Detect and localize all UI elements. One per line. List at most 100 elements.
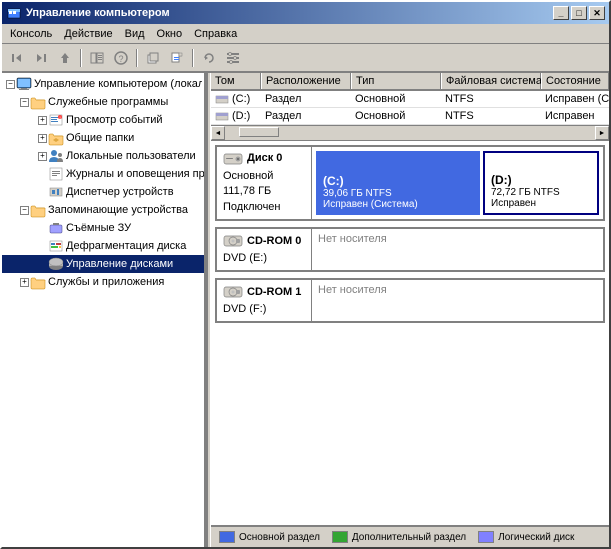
toolbar-sep-3 — [192, 49, 194, 67]
title-bar: Управление компьютером _ □ ✕ — [2, 2, 609, 24]
legend-label-primary: Основной раздел — [239, 532, 320, 543]
partition-c-size: 39,06 ГБ NTFS — [323, 188, 473, 199]
cdrom-0-area: Нет носителя — [312, 229, 603, 270]
legend-item-primary: Основной раздел — [219, 531, 320, 543]
menu-bar: Консоль Действие Вид Окно Справка — [2, 24, 609, 44]
h-scrollbar[interactable]: ◄ ► — [211, 125, 609, 141]
tree-item-folders[interactable]: + Общие папки — [2, 129, 204, 147]
table-row[interactable]: (C:) Раздел Основной NTFS Исправен (Сист… — [211, 91, 609, 108]
tree-item-services[interactable]: − Служебные программы — [2, 93, 204, 111]
legend-color-logical — [478, 531, 494, 543]
svcapp-label: Службы и приложения — [48, 274, 164, 290]
export-button[interactable] — [166, 47, 188, 69]
root-label: Управление компьютером (локал. — [34, 76, 202, 92]
new-window-button[interactable] — [142, 47, 164, 69]
main-window: Управление компьютером _ □ ✕ Консоль Дей… — [0, 0, 611, 549]
storage-expand[interactable]: − — [20, 206, 29, 215]
scroll-left-button[interactable]: ◄ — [211, 126, 225, 140]
partition-c-label: (C:) — [323, 174, 473, 188]
legend-color-extended — [332, 531, 348, 543]
menu-window[interactable]: Окно — [151, 26, 189, 42]
users-label: Локальные пользователи — [66, 148, 196, 164]
back-button[interactable] — [6, 47, 28, 69]
cdrom-1-info: CD-ROM 1 DVD (F:) — [217, 280, 312, 321]
minimize-button[interactable]: _ — [553, 6, 569, 20]
settings-button[interactable] — [222, 47, 244, 69]
tree-item-events[interactable]: + ! Просмотр событий — [2, 111, 204, 129]
svcapp-icon — [30, 274, 46, 290]
col-header-tip[interactable]: Тип — [351, 73, 441, 89]
svg-text:!: ! — [59, 115, 60, 120]
tree-item-users[interactable]: + Локальные пользователи — [2, 147, 204, 165]
cdrom-1-status: Нет носителя — [318, 284, 387, 296]
cell-tom-d: (D:) — [211, 108, 261, 124]
tree-item-removable[interactable]: Съёмные ЗУ — [2, 219, 204, 237]
toolbar-sep-1 — [80, 49, 82, 67]
show-hide-button[interactable] — [86, 47, 108, 69]
right-panel: Том Расположение Тип Файловая система Со… — [211, 73, 609, 547]
cell-rasp-c: Раздел — [261, 91, 351, 107]
svg-text:?: ? — [118, 54, 123, 64]
col-header-state[interactable]: Состояние — [541, 73, 609, 89]
close-button[interactable]: ✕ — [589, 6, 605, 20]
cell-state-c: Исправен (Систем — [541, 91, 609, 107]
cdrom-0-block: CD-ROM 0 DVD (E:) Нет носителя — [215, 227, 605, 272]
cdrom-1-type: DVD (F:) — [223, 301, 305, 318]
services-label: Служебные программы — [48, 94, 168, 110]
tree-item-defrag[interactable]: Дефрагментация диска — [2, 237, 204, 255]
removable-label: Съёмные ЗУ — [66, 220, 131, 236]
defrag-label: Дефрагментация диска — [66, 238, 186, 254]
tree-item-svcapp[interactable]: + Службы и приложения — [2, 273, 204, 291]
users-expand[interactable]: + — [38, 152, 47, 161]
cdrom-0-title: CD-ROM 0 — [223, 233, 305, 250]
tree-root[interactable]: − Управление компьютером (локал. — [2, 75, 204, 93]
disk-0-type: Основной — [223, 169, 305, 184]
partition-c[interactable]: (C:) 39,06 ГБ NTFS Исправен (Система) — [316, 151, 480, 215]
events-icon: ! — [48, 112, 64, 128]
cdrom-1-title: CD-ROM 1 — [223, 284, 305, 301]
col-header-rasp[interactable]: Расположение — [261, 73, 351, 89]
col-header-fs[interactable]: Файловая система — [441, 73, 541, 89]
menu-console[interactable]: Консоль — [4, 26, 58, 42]
cdrom-1-area: Нет носителя — [312, 280, 603, 321]
toolbar-sep-2 — [136, 49, 138, 67]
cell-fs-d: NTFS — [441, 108, 541, 124]
scroll-track[interactable] — [239, 126, 581, 140]
cell-tip-c: Основной — [351, 91, 441, 107]
tree-item-diskmgmt[interactable]: Управление дисками — [2, 255, 204, 273]
help-button[interactable]: ? — [110, 47, 132, 69]
maximize-button[interactable]: □ — [571, 6, 587, 20]
cdrom-0-status: Нет носителя — [318, 233, 387, 245]
up-button[interactable] — [54, 47, 76, 69]
cdrom-0-name: CD-ROM 0 — [247, 233, 301, 250]
root-expand[interactable]: − — [6, 80, 15, 89]
svcapp-expand[interactable]: + — [20, 278, 29, 287]
menu-help[interactable]: Справка — [188, 26, 243, 42]
menu-view[interactable]: Вид — [119, 26, 151, 42]
cdrom-1-block: CD-ROM 1 DVD (F:) Нет носителя — [215, 278, 605, 323]
cdrom-0-info: CD-ROM 0 DVD (E:) — [217, 229, 312, 270]
legend-color-primary — [219, 531, 235, 543]
forward-button[interactable] — [30, 47, 52, 69]
tree-item-storage[interactable]: − Запоминающие устройства — [2, 201, 204, 219]
partition-d-size: 72,72 ГБ NTFS — [491, 187, 591, 198]
tree-item-devmgr[interactable]: Диспетчер устройств — [2, 183, 204, 201]
tree-item-logs[interactable]: Журналы и оповещения пр — [2, 165, 204, 183]
cell-tom-c: (C:) — [211, 91, 261, 107]
menu-action[interactable]: Действие — [58, 26, 118, 42]
folders-expand[interactable]: + — [38, 134, 47, 143]
scroll-right-button[interactable]: ► — [595, 126, 609, 140]
folders-label: Общие папки — [66, 130, 134, 146]
col-header-tom[interactable]: Том — [211, 73, 261, 89]
table-body: (C:) Раздел Основной NTFS Исправен (Сист… — [211, 91, 609, 125]
folder-icon — [30, 94, 46, 110]
cdrom-1-name: CD-ROM 1 — [247, 284, 301, 301]
table-row[interactable]: (D:) Раздел Основной NTFS Исправен — [211, 108, 609, 125]
partition-d[interactable]: (D:) 72,72 ГБ NTFS Исправен — [483, 151, 599, 215]
services-expand[interactable]: − — [20, 98, 29, 107]
legend-label-logical: Логический диск — [498, 532, 574, 543]
scroll-thumb[interactable] — [239, 127, 279, 137]
diskmgmt-label: Управление дисками — [66, 256, 173, 272]
refresh-button[interactable] — [198, 47, 220, 69]
events-expand[interactable]: + — [38, 116, 47, 125]
